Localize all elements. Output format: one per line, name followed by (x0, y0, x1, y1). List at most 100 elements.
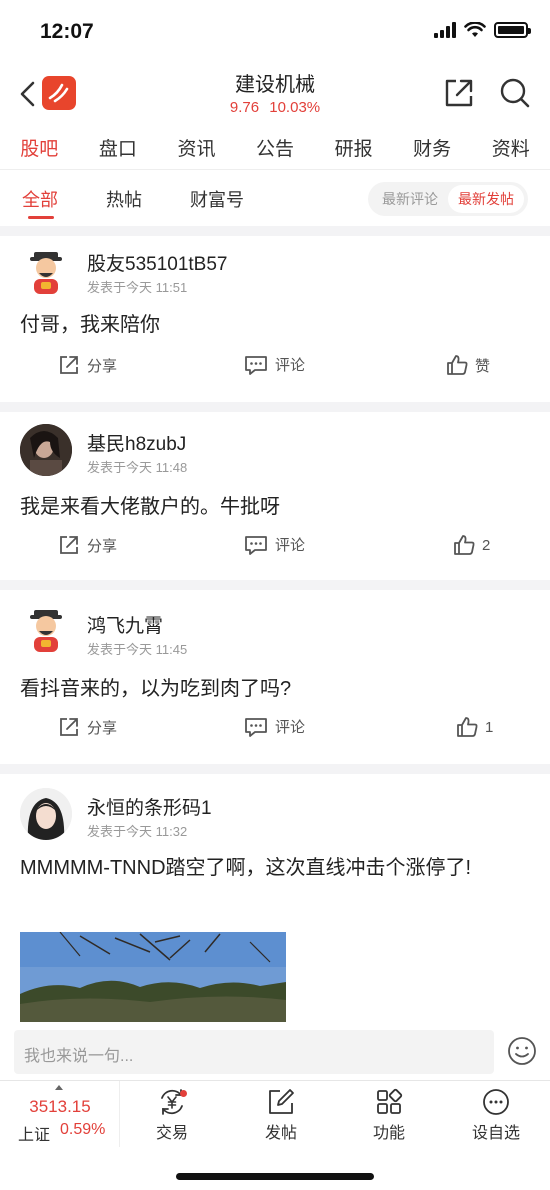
sort-toggle: 最新评论 最新发帖 (368, 182, 528, 216)
share-button[interactable]: 分享 (58, 716, 117, 738)
status-icons (434, 22, 531, 38)
wifi-icon (464, 22, 486, 37)
thumbs-up-icon (454, 535, 475, 555)
avatar[interactable] (20, 788, 72, 840)
subtab-hot[interactable]: 热帖 (106, 186, 142, 212)
subtab-all[interactable]: 全部 (22, 186, 58, 212)
post-item[interactable]: 鸿飞九霄 发表于今天 11:45 看抖音来的，以为吃到肉了吗? 分享 评论 1 (0, 590, 550, 764)
section-divider (0, 580, 550, 590)
compose-icon (269, 1089, 294, 1114)
main-tabs: 股吧 盘口 资讯 公告 研报 财务 资料 (0, 124, 550, 170)
comment-button[interactable]: 评论 (244, 354, 305, 375)
post-content[interactable]: 付哥，我来陪你 (20, 308, 530, 342)
comment-label: 评论 (275, 537, 306, 554)
photo-avatar-icon (20, 424, 72, 476)
index-name: 上证 (18, 1127, 51, 1144)
nav-add-watchlist[interactable]: 设自选 (456, 1087, 536, 1143)
post-content[interactable]: 我是来看大佬散户的。牛批呀 (20, 490, 530, 524)
section-divider (0, 402, 550, 412)
emoji-icon[interactable] (507, 1036, 537, 1066)
active-subtab-indicator (28, 216, 54, 219)
comment-button[interactable]: 评论 (244, 716, 305, 737)
post-actions: 分享 评论 1 (0, 716, 550, 746)
like-button[interactable]: 赞 (446, 354, 490, 376)
tab-finance[interactable]: 财务 (393, 124, 472, 169)
avatar[interactable] (20, 604, 72, 656)
post-actions: 分享 评论 2 (0, 534, 550, 564)
landscape-photo (20, 932, 286, 1022)
like-count: 1 (485, 718, 494, 736)
post-image[interactable] (20, 932, 286, 1022)
share-icon (60, 718, 78, 736)
god-of-wealth-avatar-icon (30, 610, 62, 652)
comment-bar: 我也来说一句... (0, 1028, 550, 1078)
tab-research[interactable]: 研报 (314, 124, 393, 169)
post-item[interactable]: 永恒的条形码1 发表于今天 11:32 MMMMM-TNND踏空了啊，这次直线冲… (0, 774, 550, 1028)
nav-label: 设自选 (471, 1125, 520, 1142)
comment-button[interactable]: 评论 (244, 534, 305, 555)
post-username[interactable]: 基民h8zubJ (87, 429, 186, 456)
nav-functions[interactable]: 功能 (349, 1087, 429, 1143)
like-button[interactable]: 2 (453, 534, 490, 556)
post-time: 发表于今天 11:51 (87, 280, 188, 295)
sort-latest-post[interactable]: 最新发帖 (448, 185, 524, 213)
share-icon[interactable] (442, 76, 476, 110)
nav-label: 交易 (155, 1125, 188, 1142)
bottom-nav: 3513.15 上证 0.59% 交易 发帖 功能 设自选 (0, 1080, 550, 1190)
sub-tabs: 全部 热帖 财富号 最新评论 最新发帖 (0, 170, 550, 226)
search-icon[interactable] (498, 76, 532, 110)
tab-pankou[interactable]: 盘口 (79, 124, 158, 169)
post-time: 发表于今天 11:32 (87, 824, 188, 839)
battery-icon (494, 22, 531, 38)
index-value: 3513.15 (29, 1097, 91, 1116)
market-index-widget[interactable]: 3513.15 上证 0.59% (0, 1081, 120, 1147)
avatar[interactable] (20, 424, 72, 476)
share-button[interactable]: 分享 (58, 354, 117, 376)
post-time: 发表于今天 11:48 (87, 460, 188, 475)
sort-latest-comment[interactable]: 最新评论 (372, 185, 448, 213)
thumbs-up-icon (447, 355, 468, 375)
share-label: 分享 (87, 357, 118, 375)
nav-post[interactable]: 发帖 (241, 1087, 321, 1143)
comment-icon (245, 717, 267, 737)
stock-price: 9.76 (229, 99, 260, 116)
share-icon (60, 536, 78, 554)
like-button[interactable]: 1 (456, 716, 493, 738)
share-label: 分享 (87, 719, 118, 737)
god-of-wealth-avatar-icon (30, 252, 62, 294)
tab-profile[interactable]: 资料 (471, 124, 550, 169)
post-content[interactable]: 看抖音来的，以为吃到肉了吗? (20, 672, 530, 706)
post-item[interactable]: 基民h8zubJ 发表于今天 11:48 我是来看大佬散户的。牛批呀 分享 评论… (0, 412, 550, 580)
home-indicator[interactable] (176, 1173, 374, 1180)
section-divider (0, 226, 550, 236)
section-divider (0, 764, 550, 774)
post-username[interactable]: 股友535101tB57 (87, 249, 228, 276)
photo-avatar-icon (20, 788, 72, 840)
nav-trade[interactable]: 交易 (132, 1087, 212, 1143)
more-icon (483, 1089, 509, 1115)
avatar[interactable] (20, 246, 72, 298)
post-item[interactable]: 股友535101tB57 发表于今天 11:51 付哥，我来陪你 分享 评论 赞 (0, 236, 550, 402)
tab-guba[interactable]: 股吧 (0, 124, 79, 169)
status-time: 12:07 (40, 20, 94, 43)
post-username[interactable]: 鸿飞九霄 (87, 611, 163, 638)
share-button[interactable]: 分享 (58, 534, 117, 556)
tab-announcements[interactable]: 公告 (236, 124, 315, 169)
comment-label: 评论 (275, 357, 306, 374)
post-content[interactable]: MMMMM-TNND踏空了啊，这次直线冲击个涨停了! (20, 851, 530, 885)
tab-news[interactable]: 资讯 (157, 124, 236, 169)
share-icon (60, 356, 78, 374)
stock-header: 建设机械 9.76 10.03% (0, 62, 550, 124)
like-count: 赞 (475, 357, 491, 375)
share-label: 分享 (87, 537, 118, 555)
subtab-caifuhao[interactable]: 财富号 (190, 186, 244, 212)
cellular-signal-icon (434, 22, 456, 38)
post-actions: 分享 评论 赞 (0, 354, 550, 384)
status-bar: 12:07 (0, 0, 550, 60)
nav-label: 发帖 (264, 1125, 297, 1142)
thumbs-up-icon (457, 717, 478, 737)
comment-label: 评论 (275, 719, 306, 736)
post-username[interactable]: 永恒的条形码1 (87, 793, 212, 820)
comment-input[interactable]: 我也来说一句... (14, 1030, 494, 1074)
notification-dot (180, 1090, 187, 1097)
